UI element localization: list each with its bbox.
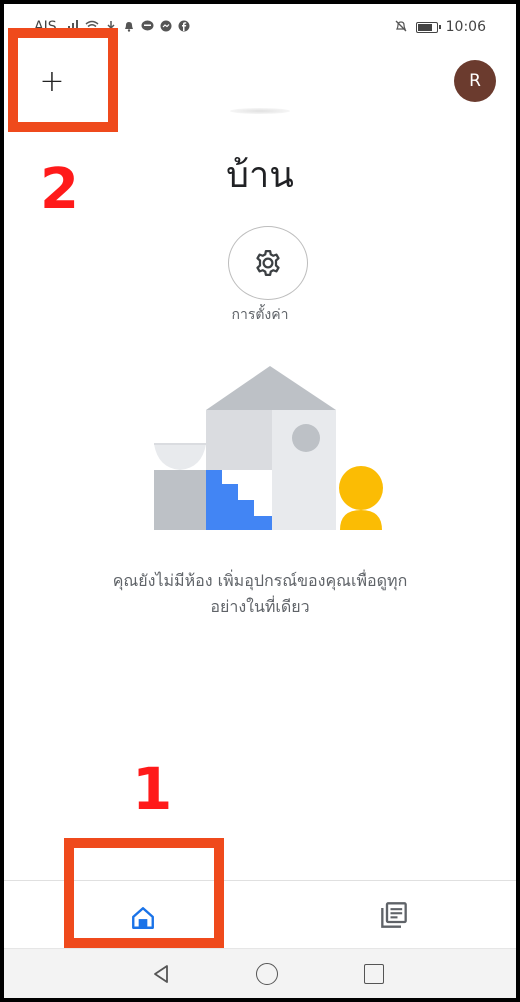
back-icon[interactable]	[150, 963, 172, 985]
gear-icon	[256, 250, 280, 276]
house-illustration	[154, 366, 383, 530]
avatar[interactable]: R	[454, 60, 496, 102]
annotation-box-2	[8, 28, 118, 132]
annotation-label-1: 1	[132, 755, 173, 823]
messenger-icon	[160, 20, 172, 35]
notification-icon	[123, 20, 135, 35]
empty-message-line-1: คุณยังไม่มีห้อง เพิ่มอุปกรณ์ของคุณเพื่อด…	[112, 571, 408, 590]
home-circle-icon[interactable]	[256, 963, 278, 985]
settings-label: การตั้งค่า	[231, 307, 289, 323]
mute-icon	[394, 19, 408, 36]
recents-icon[interactable]	[364, 964, 384, 984]
facebook-icon	[178, 20, 190, 35]
screen: AIS 10:06 + R บ้าน การตั้งค่า คุณยังไม่ม…	[4, 4, 516, 998]
feed-icon[interactable]	[380, 901, 408, 929]
line-icon	[141, 20, 154, 35]
system-navigation-bar	[4, 948, 516, 998]
settings-button[interactable]	[228, 226, 308, 300]
empty-state-message: คุณยังไม่มีห้อง เพิ่มอุปกรณ์ของคุณเพื่อด…	[54, 568, 466, 620]
empty-message-line-2: อย่างในที่เดียว	[210, 597, 310, 616]
header-shadow	[230, 108, 290, 114]
battery-icon	[415, 21, 441, 33]
page-title: บ้าน	[226, 155, 294, 196]
annotation-box-1	[64, 838, 224, 948]
status-right: 10:06	[394, 19, 486, 36]
annotation-label-2: 2	[40, 157, 79, 222]
status-time: 10:06	[445, 19, 486, 35]
